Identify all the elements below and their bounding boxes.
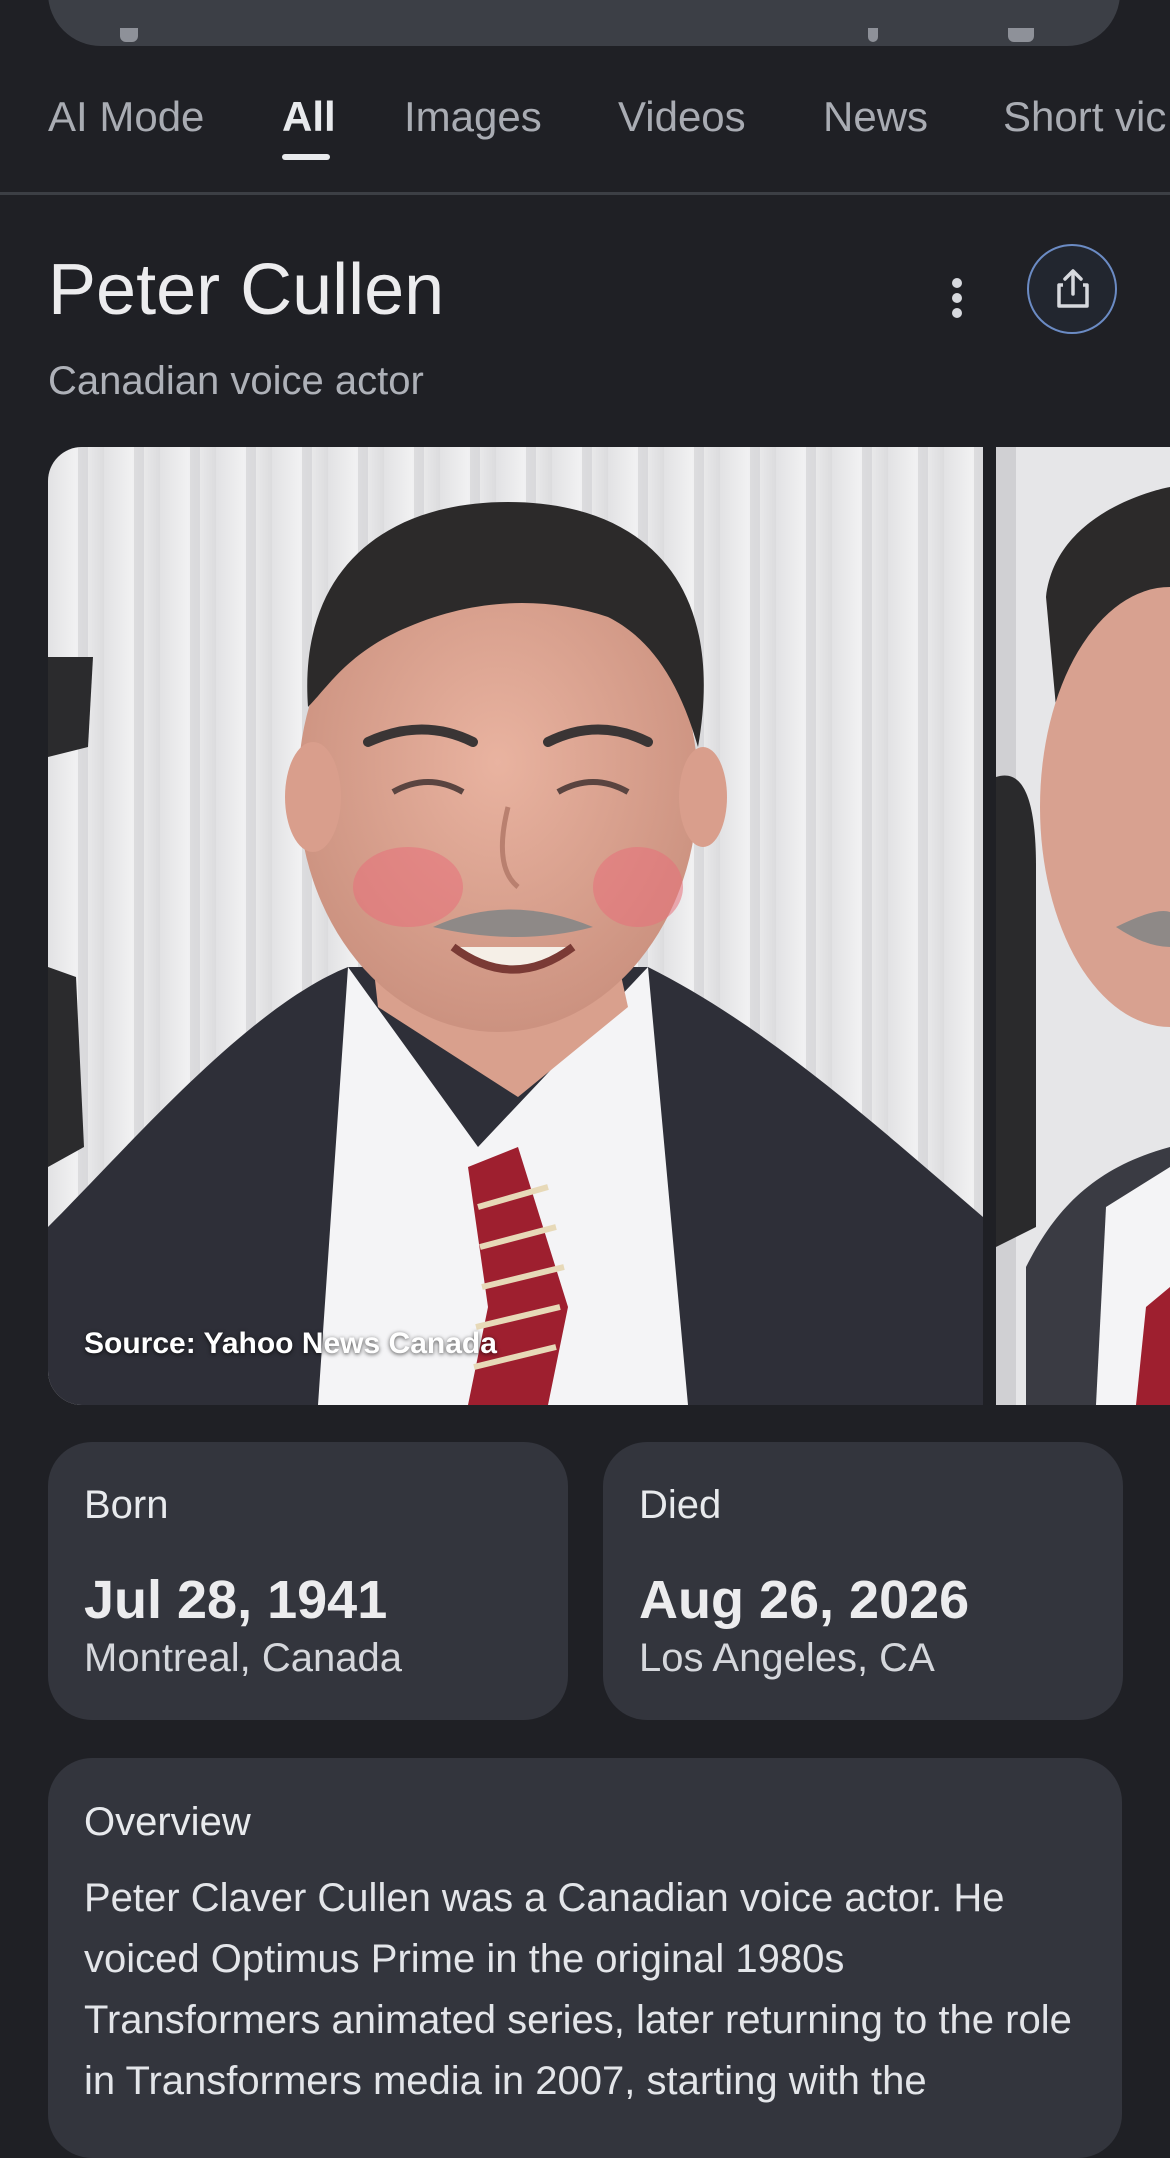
tab-all[interactable]: All [282,90,336,144]
portrait-image-2 [996,447,1170,1405]
tab-ai-mode[interactable]: AI Mode [48,90,204,144]
more-vert-icon [952,278,962,288]
overview-card[interactable]: Overview Peter Claver Cullen was a Canad… [48,1758,1122,2158]
image-source-label: Source: Yahoo News Canada [84,1327,497,1360]
died-place: Los Angeles, CA [639,1636,935,1680]
search-bar[interactable] [48,0,1120,46]
entity-description: Canadian voice actor [48,359,424,403]
born-date: Jul 28, 1941 [84,1570,388,1630]
tab-news[interactable]: News [823,90,928,144]
died-label: Died [639,1483,722,1527]
active-tab-indicator [282,154,330,160]
share-button[interactable] [1027,244,1117,334]
died-card[interactable]: Died Aug 26, 2026 Los Angeles, CA [603,1442,1123,1720]
born-card[interactable]: Born Jul 28, 1941 Montreal, Canada [48,1442,568,1720]
lens-icon [1008,28,1034,42]
search-icon [120,28,138,42]
tab-short-videos[interactable]: Short vic [1003,90,1166,144]
born-place: Montreal, Canada [84,1636,402,1680]
died-date: Aug 26, 2026 [639,1570,970,1630]
entity-photo-2[interactable] [996,447,1170,1405]
overview-text: Peter Claver Cullen was a Canadian voice… [84,1876,1072,2103]
tab-images[interactable]: Images [404,90,542,144]
born-label: Born [84,1483,169,1527]
tab-videos[interactable]: Videos [618,90,746,144]
overview-title: Overview [84,1800,251,1844]
portrait-image [48,447,983,1405]
entity-photo[interactable]: Source: Yahoo News Canada [48,447,983,1405]
more-options-button[interactable] [930,260,984,334]
search-tabs: AI Mode All Images Videos News Short vic [0,80,1170,195]
mic-icon [868,28,878,42]
entity-title: Peter Cullen [48,250,445,330]
share-icon [1057,269,1089,308]
